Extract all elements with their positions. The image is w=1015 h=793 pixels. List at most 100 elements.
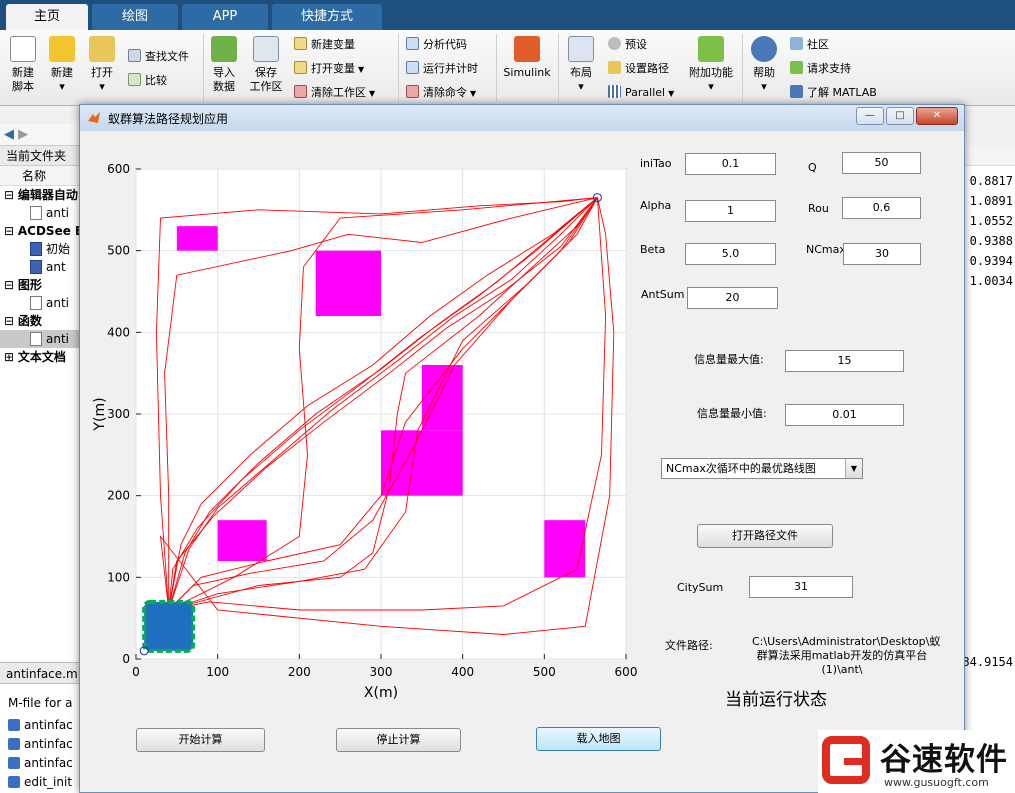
clear-workspace-button[interactable]: 清除工作区 ▼ xyxy=(294,84,375,102)
preferences-button[interactable]: 预设 xyxy=(608,36,647,54)
collapse-icon: ⊟ xyxy=(4,314,18,328)
q-field[interactable]: 50 xyxy=(842,152,921,174)
pheromone-min-field[interactable]: 0.01 xyxy=(785,404,904,426)
layout-button[interactable]: 布局 ▾ xyxy=(564,36,598,94)
help-button[interactable]: 帮助 ▾ xyxy=(748,36,780,94)
folder-tree-item-label: anti xyxy=(46,332,69,346)
folder-tree-item-label: ant xyxy=(46,260,66,274)
community-button[interactable]: 社区 xyxy=(790,36,829,54)
name-column-header[interactable]: 名称 xyxy=(0,166,79,186)
function-list-item[interactable]: antinfac xyxy=(0,735,80,754)
new-button[interactable]: 新建 ▾ xyxy=(46,36,78,94)
parallel-button[interactable]: Parallel ▼ xyxy=(608,84,674,102)
alpha-label: Alpha xyxy=(640,199,672,212)
plot-type-select[interactable]: NCmax次循环中的最优路线图 ▼ xyxy=(661,458,863,479)
run-and-time-button[interactable]: 运行并计时 xyxy=(406,60,478,78)
new-variable-button[interactable]: 新建变量 xyxy=(294,36,355,54)
beta-label: Beta xyxy=(640,243,666,256)
tab-plots[interactable]: 绘图 xyxy=(92,4,178,30)
load-map-button[interactable]: 载入地图 xyxy=(536,727,661,751)
tab-shortcuts[interactable]: 快捷方式 xyxy=(272,4,382,30)
workspace-value: 0.9388 xyxy=(969,234,1013,248)
function-list-item[interactable]: edit_init xyxy=(0,773,80,792)
y-tick-label: 600 xyxy=(107,162,130,176)
new-script-button[interactable]: 新建 脚本 xyxy=(6,36,40,94)
ribbon-separator xyxy=(203,34,204,102)
pheromone-min-label: 信息量最小值: xyxy=(697,407,767,420)
request-support-button[interactable]: 请求支持 xyxy=(790,60,851,78)
save-workspace-icon xyxy=(253,36,279,62)
function-list-item[interactable]: antinfac xyxy=(0,716,80,735)
new-icon xyxy=(49,36,75,62)
chevron-down-icon[interactable]: ▼ xyxy=(845,459,862,478)
find-files-button[interactable]: 查找文件 xyxy=(128,48,189,66)
start-button[interactable]: 开始计算 xyxy=(136,728,265,752)
save-workspace-button[interactable]: 保存 工作区 xyxy=(246,36,286,94)
folder-tree-item[interactable]: ⊟ 图形 xyxy=(0,276,79,294)
citysum-field[interactable]: 31 xyxy=(749,576,853,598)
new-variable-icon xyxy=(294,37,307,50)
function-icon xyxy=(8,719,20,731)
pheromone-max-field[interactable]: 15 xyxy=(785,350,904,372)
details-title: antinface.m xyxy=(0,662,80,684)
x-tick-label: 600 xyxy=(615,665,638,679)
clear-commands-button[interactable]: 清除命令 ▼ xyxy=(406,84,476,102)
folder-tree-item[interactable]: 初始 xyxy=(0,240,79,258)
current-folder-title: 当前文件夹 xyxy=(0,146,79,166)
folder-tree-item[interactable]: ⊞ 文本文档 xyxy=(0,348,79,366)
find-files-icon xyxy=(128,49,141,62)
window-titlebar[interactable]: 蚁群算法路径规划应用 — □ ✕ xyxy=(80,105,964,131)
folder-tree-item[interactable]: anti xyxy=(0,330,79,348)
ncmax-field[interactable]: 30 xyxy=(843,243,921,265)
folder-tree-item[interactable]: ⊟ ACDSee B xyxy=(0,222,79,240)
antsum-field[interactable]: 20 xyxy=(687,287,778,309)
open-button[interactable]: 打开 ▾ xyxy=(86,36,118,94)
folder-tree-item[interactable]: ⊟ 编辑器自动 xyxy=(0,186,79,204)
function-list-item[interactable]: antinfac xyxy=(0,754,80,773)
alpha-field[interactable]: 1 xyxy=(685,200,776,222)
run-and-time-icon xyxy=(406,61,419,74)
addons-icon xyxy=(698,36,724,62)
workspace-value: 0.9394 xyxy=(969,254,1013,268)
open-variable-icon xyxy=(294,61,307,74)
ant-colony-app-window: 蚁群算法路径规划应用 — □ ✕ 0 100 200 300 400 500 600 0 100… xyxy=(79,104,965,793)
compare-button[interactable]: 比较 xyxy=(128,72,167,90)
ribbon-toolbar: 新建 脚本 新建 ▾ 打开 ▾ 查找文件 比较 导入 数据 保存 工作区 新建变… xyxy=(0,30,1015,106)
q-label: Q xyxy=(808,161,817,174)
set-path-button[interactable]: 设置路径 xyxy=(608,60,669,78)
rou-field[interactable]: 0.6 xyxy=(842,197,921,219)
beta-field[interactable]: 5.0 xyxy=(685,243,776,265)
folder-tree-item[interactable]: ⊟ 函数 xyxy=(0,312,79,330)
import-data-button[interactable]: 导入 数据 xyxy=(208,36,240,94)
addons-button[interactable]: 附加功能 ▾ xyxy=(686,36,736,94)
minimize-button[interactable]: — xyxy=(856,107,884,125)
tab-home[interactable]: 主页 xyxy=(6,4,88,30)
layout-icon xyxy=(568,36,594,62)
open-variable-button[interactable]: 打开变量 ▼ xyxy=(294,60,364,78)
folder-tree-item[interactable]: ant xyxy=(0,258,79,276)
close-button[interactable]: ✕ xyxy=(916,107,958,125)
tab-apps[interactable]: APP xyxy=(182,4,268,30)
parallel-icon xyxy=(608,85,621,98)
new-script-icon xyxy=(10,36,36,62)
maximize-button[interactable]: □ xyxy=(886,107,914,125)
collapse-icon: ⊟ xyxy=(4,188,18,202)
analyze-code-button[interactable]: 分析代码 xyxy=(406,36,467,54)
initao-label: iniTao xyxy=(640,157,672,170)
folder-tree-item[interactable]: anti xyxy=(0,204,79,222)
learn-matlab-button[interactable]: 了解 MATLAB xyxy=(790,84,877,102)
initao-field[interactable]: 0.1 xyxy=(685,153,776,175)
x-tick-label: 200 xyxy=(288,665,311,679)
folder-tree-item-label: 函数 xyxy=(17,314,42,328)
stop-button[interactable]: 停止计算 xyxy=(336,728,461,752)
forward-arrow-icon[interactable]: ▶ xyxy=(18,127,28,142)
simulink-button[interactable]: Simulink xyxy=(502,36,552,80)
folder-tree-item[interactable]: anti xyxy=(0,294,79,312)
path-plot: 0 100 200 300 400 500 600 0 100 200 300 400 500 600 X(… xyxy=(92,162,638,701)
community-icon xyxy=(790,37,803,50)
back-arrow-icon[interactable]: ◀ xyxy=(4,127,14,142)
learn-matlab-icon xyxy=(790,85,803,98)
x-tick-label: 300 xyxy=(370,665,393,679)
open-path-file-button[interactable]: 打开路径文件 xyxy=(697,524,833,548)
file-icon xyxy=(30,296,42,310)
